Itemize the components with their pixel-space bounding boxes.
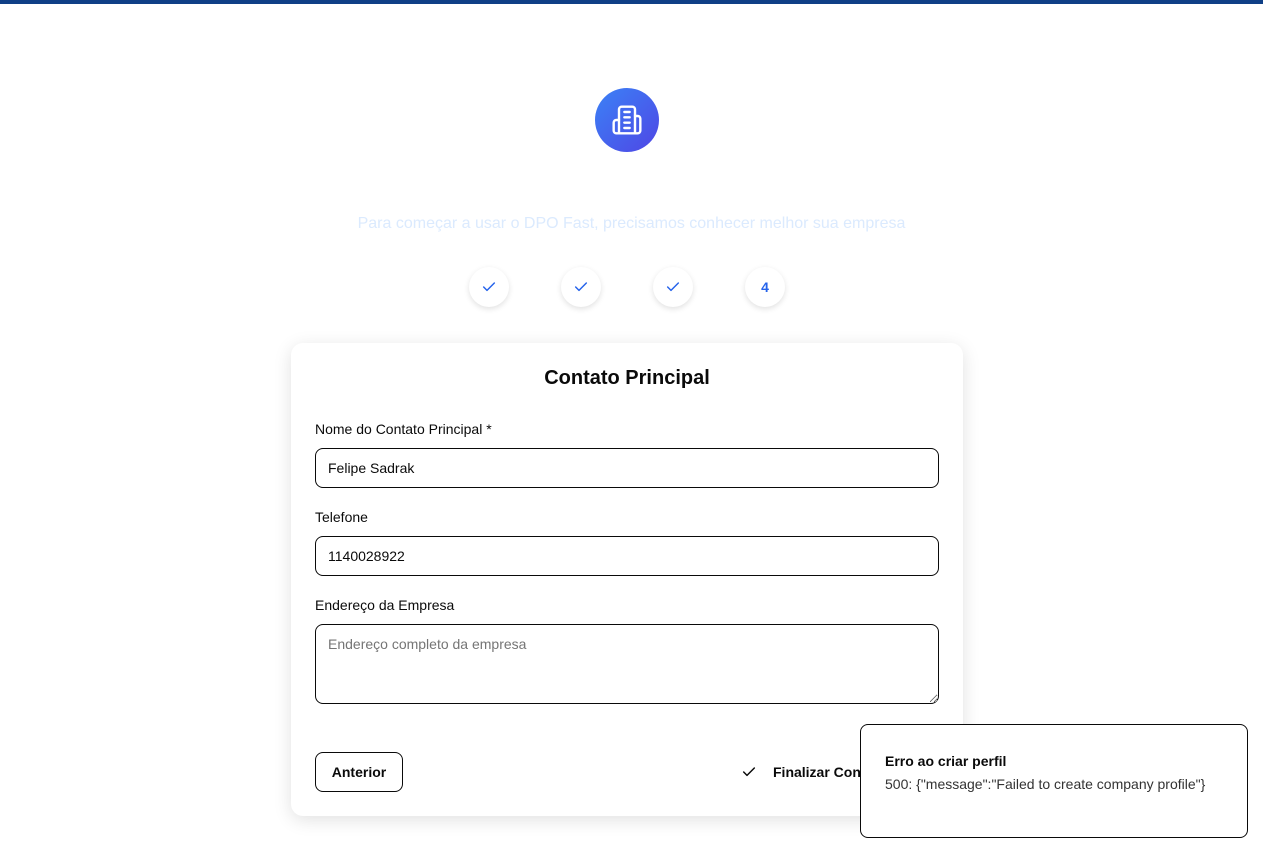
step-1-complete <box>469 267 509 307</box>
contact-name-input[interactable] <box>315 448 939 488</box>
check-icon <box>666 282 680 292</box>
phone-label: Telefone <box>315 509 368 525</box>
page-subtitle: Para começar a usar o DPO Fast, precisam… <box>357 215 906 232</box>
step-3-complete <box>653 267 693 307</box>
toast-description: 500: {"message":"Failed to create compan… <box>885 776 1206 792</box>
check-icon <box>482 282 496 292</box>
step-2-complete <box>561 267 601 307</box>
phone-input[interactable] <box>315 536 939 576</box>
company-logo <box>595 88 659 152</box>
form-title: Contato Principal <box>544 367 710 389</box>
building-icon <box>612 105 642 135</box>
check-icon <box>574 282 588 292</box>
previous-button[interactable]: Anterior <box>315 752 403 792</box>
check-icon <box>741 764 757 780</box>
step-4-current: 4 <box>745 267 785 307</box>
toast-title: Erro ao criar perfil <box>885 753 1007 769</box>
top-accent-bar <box>0 0 1263 4</box>
contact-name-label: Nome do Contato Principal * <box>315 421 492 437</box>
address-label: Endereço da Empresa <box>315 597 455 613</box>
error-toast[interactable]: Erro ao criar perfil 500: {"message":"Fa… <box>860 724 1248 838</box>
address-textarea[interactable] <box>315 624 939 704</box>
